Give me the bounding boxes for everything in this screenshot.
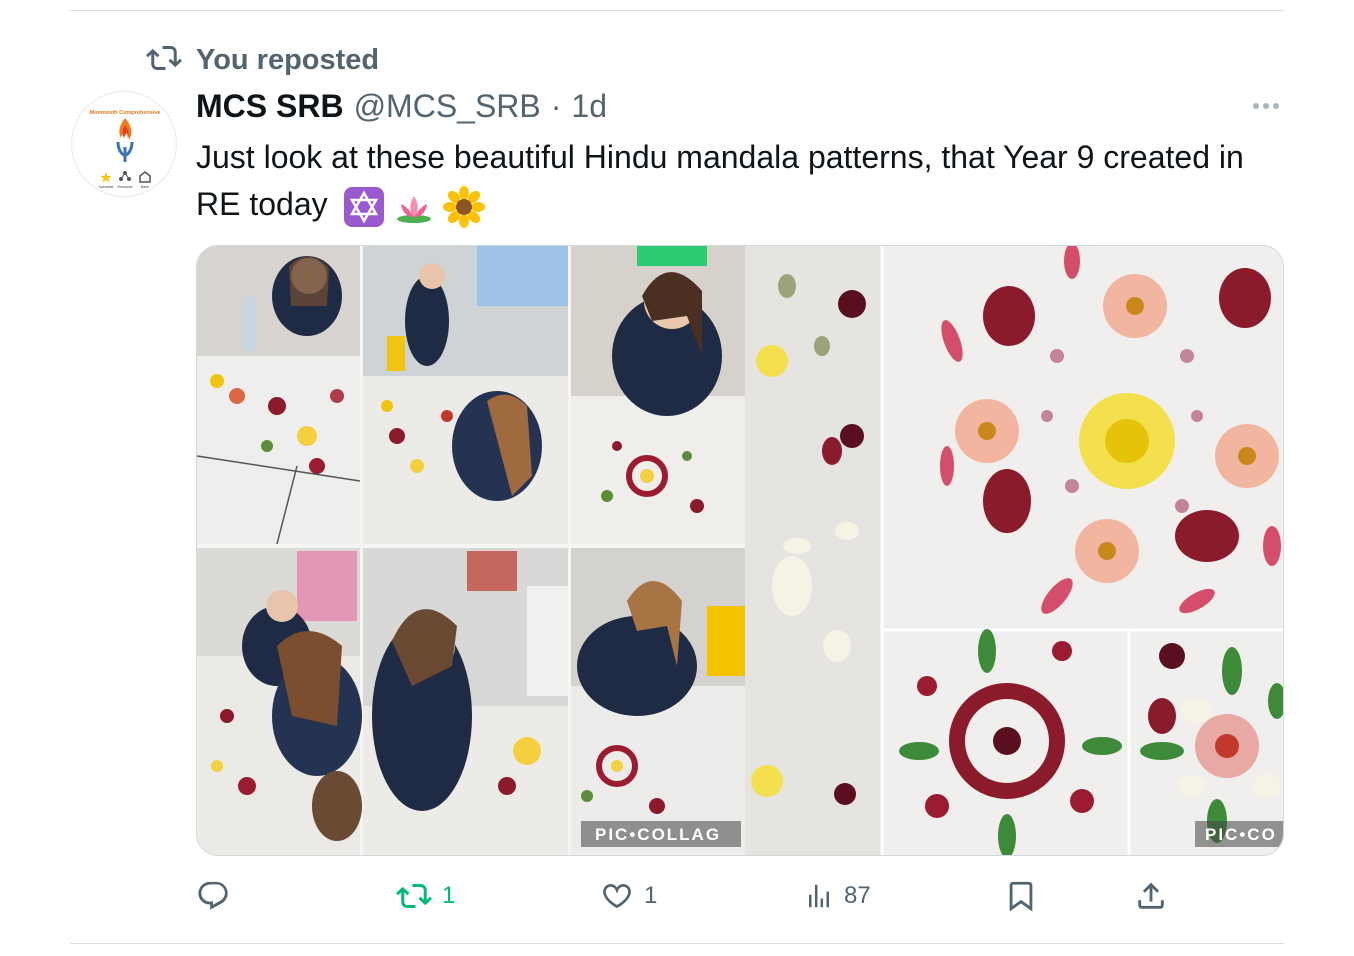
separator: ·: [550, 87, 562, 124]
classroom-collage[interactable]: PIC•COLLAG: [197, 246, 745, 856]
collage-watermark-left: PIC•COLLAG: [595, 825, 721, 844]
mandala-collage[interactable]: PIC•CO: [745, 246, 1284, 856]
repost-label: You reposted: [196, 43, 380, 76]
more-options-icon[interactable]: [1248, 94, 1284, 118]
share-button[interactable]: [1134, 872, 1168, 920]
like-button[interactable]: 1: [600, 872, 657, 920]
timestamp[interactable]: 1d: [571, 88, 607, 125]
star-of-david-icon: [343, 186, 385, 228]
tweet-header: MCS SRB @MCS_SRB · 1d: [196, 84, 607, 128]
author-handle[interactable]: @MCS_SRB: [354, 88, 541, 125]
heart-icon: [600, 879, 634, 913]
photo-tile-1: [197, 246, 361, 545]
photo-tile-5: [363, 548, 568, 855]
repost-icon: [146, 43, 182, 78]
repost-count: 1: [442, 882, 456, 909]
bookmark-button[interactable]: [1004, 872, 1038, 920]
sunflower-icon: [442, 185, 485, 228]
share-icon: [1134, 879, 1168, 913]
tweet-media[interactable]: PIC•COLLAG PIC•CO: [196, 245, 1284, 856]
repost-banner[interactable]: You reposted: [146, 40, 379, 80]
top-divider: [70, 10, 1284, 11]
tweet-actions: 1 1 87: [196, 872, 1176, 920]
avatar-tag-resource: Resource: [118, 185, 133, 189]
bookmark-icon: [1004, 879, 1038, 913]
bottom-divider: [70, 943, 1284, 944]
lotus-icon: [393, 186, 435, 228]
author-name[interactable]: MCS SRB: [196, 88, 344, 125]
views-button[interactable]: 87: [804, 872, 871, 920]
avatar-tag-base: Base: [141, 185, 149, 189]
tweet-text-container: Just look at these beautiful Hindu manda…: [196, 134, 1256, 228]
views-count: 87: [844, 882, 871, 909]
photo-tile-3: [571, 246, 745, 544]
collage-watermark-right: PIC•CO: [1205, 825, 1277, 844]
avatar-org-name: Monmouth Comprehensive: [90, 110, 161, 116]
repost-button[interactable]: 1: [396, 872, 455, 920]
views-chart-icon: [804, 881, 834, 911]
photo-tile-2: [363, 246, 568, 544]
like-count: 1: [644, 882, 658, 909]
repost-action-icon: [396, 880, 432, 912]
photo-tile-4: [197, 548, 362, 855]
photo-tile-6: [571, 548, 745, 855]
reply-button[interactable]: [196, 872, 240, 920]
avatar-tag-specialist: Specialist: [99, 185, 114, 189]
reply-icon: [196, 879, 230, 913]
avatar[interactable]: Monmouth Comprehensive Specialist Resour…: [71, 91, 177, 197]
